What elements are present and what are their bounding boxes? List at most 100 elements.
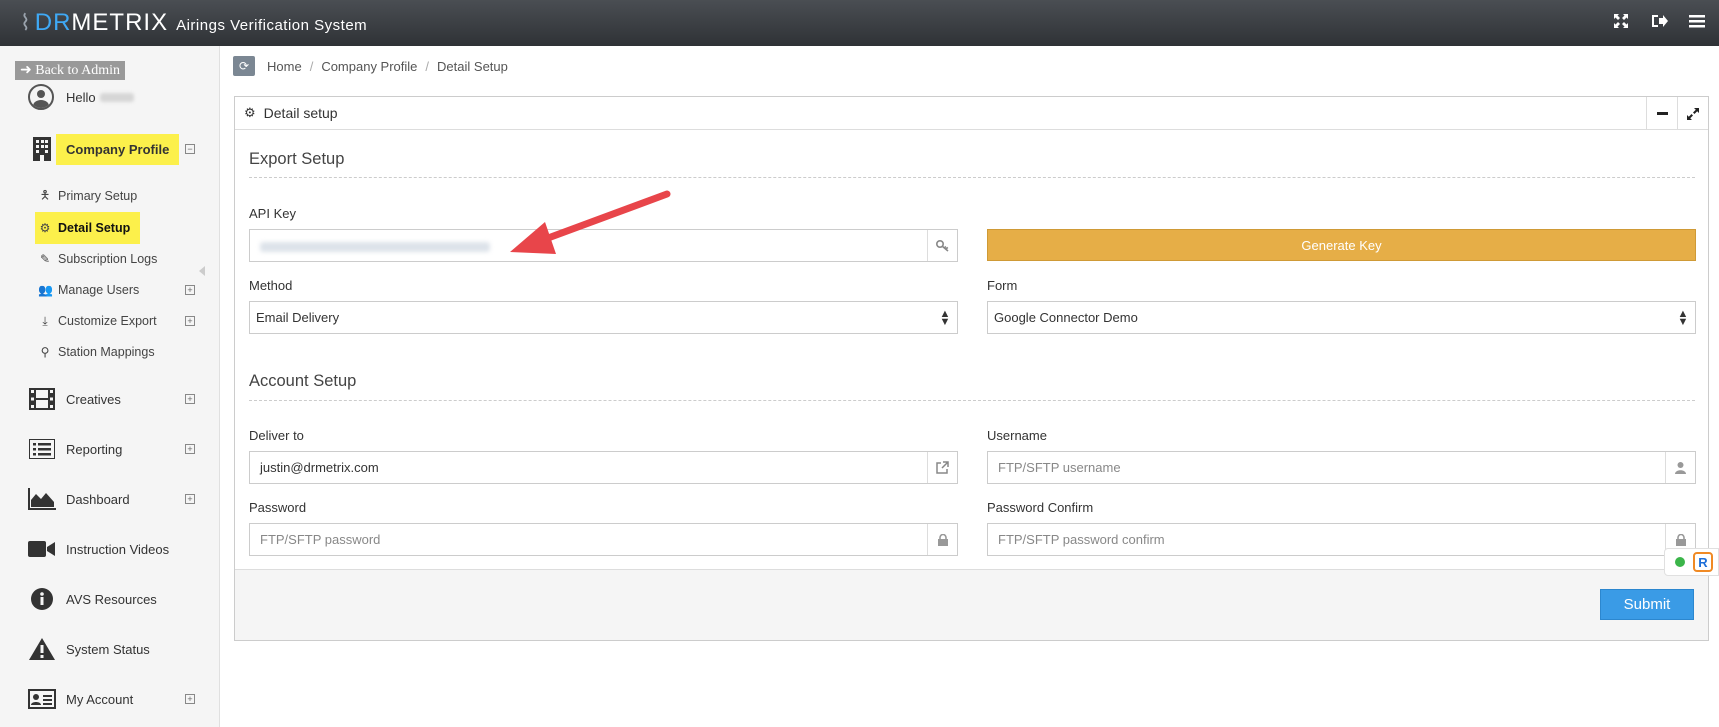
avatar xyxy=(28,84,54,110)
panel-footer: Submit xyxy=(235,569,1708,640)
video-camera-icon xyxy=(28,537,56,561)
method-selected-value: Email Delivery xyxy=(256,310,340,325)
sidebar-item-label: System Status xyxy=(66,641,150,657)
password-confirm-field[interactable]: FTP/SFTP password confirm xyxy=(987,523,1696,556)
sidebar-item-label: Company Profile xyxy=(56,133,180,165)
logo-dr: DR xyxy=(34,9,72,36)
form-select[interactable]: Google Connector Demo ▲ ▼ xyxy=(987,301,1696,334)
username-field[interactable]: FTP/SFTP username xyxy=(987,451,1696,484)
panel-title: Detail setup xyxy=(263,105,338,121)
dna-icon: ⌇ xyxy=(20,10,31,35)
password-confirm-label: Password Confirm xyxy=(987,500,1094,515)
form-label: Form xyxy=(987,278,1018,293)
gear-icon: ⚙ xyxy=(39,221,51,235)
divider xyxy=(249,400,1695,401)
download-icon: ⤓ xyxy=(42,313,48,328)
gear-icon: ⚙ xyxy=(244,105,256,120)
top-bar: ⌇ DR METRIX Airings Verification System xyxy=(0,0,1719,46)
detail-setup-panel: ⚙ Detail setup Export Setup API Key Gene… xyxy=(234,96,1709,641)
sidebar-collapse-icon[interactable] xyxy=(199,266,205,276)
user-greeting: Hello xyxy=(28,84,134,110)
key-icon xyxy=(927,230,957,261)
select-arrows-icon: ▲ ▼ xyxy=(939,307,951,328)
username-placeholder: FTP/SFTP username xyxy=(998,460,1121,475)
breadcrumb-separator: / xyxy=(309,58,314,74)
sidebar-subitem-subscription-logs[interactable]: ✎ Subscription Logs xyxy=(38,248,157,270)
expand-icon[interactable]: + xyxy=(185,316,195,326)
breadcrumb-company-profile[interactable]: Company Profile xyxy=(321,59,417,74)
sidebar-item-label: My Account xyxy=(66,691,134,707)
users-icon: 👥 xyxy=(38,283,53,297)
password-label: Password xyxy=(249,500,307,515)
method-label: Method xyxy=(249,278,293,293)
r-logo-icon: R xyxy=(1693,552,1713,572)
film-icon xyxy=(28,387,56,411)
lock-icon xyxy=(927,524,957,555)
deliver-to-field[interactable]: justin@drmetrix.com xyxy=(249,451,958,484)
password-field[interactable]: FTP/SFTP password xyxy=(249,523,958,556)
sidebar-subitem-station-mappings[interactable]: ⚲ Station Mappings xyxy=(38,341,155,363)
panel-header: ⚙ Detail setup xyxy=(235,97,1708,130)
external-link-icon xyxy=(927,452,957,483)
sidebar: ➜ Back to Admin Hello Company Profile − … xyxy=(0,46,220,727)
back-to-admin-label: Back to Admin xyxy=(35,63,121,78)
app-subtitle: Airings Verification System xyxy=(176,16,368,34)
password-confirm-placeholder: FTP/SFTP password confirm xyxy=(998,532,1165,547)
expand-icon[interactable]: + xyxy=(185,394,195,404)
submit-button[interactable]: Submit xyxy=(1600,589,1694,620)
sidebar-subitem-label: Manage Users xyxy=(58,283,140,297)
sidebar-subitem-label: Detail Setup xyxy=(58,221,131,235)
expand-icon[interactable]: + xyxy=(185,694,195,704)
building-icon xyxy=(28,137,56,161)
account-setup-title: Account Setup xyxy=(249,372,357,390)
collapse-icon[interactable]: − xyxy=(185,144,195,154)
sidebar-subitem-detail-setup[interactable]: ⚙ Detail Setup xyxy=(35,212,141,244)
sidebar-subitem-label: Station Mappings xyxy=(58,345,155,359)
user-name-redacted xyxy=(99,92,134,102)
password-placeholder: FTP/SFTP password xyxy=(260,532,381,547)
logout-icon[interactable] xyxy=(1649,13,1669,34)
api-key-field[interactable] xyxy=(249,229,958,262)
sidebar-item-label: AVS Resources xyxy=(66,591,157,607)
method-select[interactable]: Email Delivery ▲ ▼ xyxy=(249,301,958,334)
menu-icon[interactable] xyxy=(1687,13,1707,34)
info-icon xyxy=(28,587,56,611)
breadcrumb-separator: / xyxy=(425,58,430,74)
refresh-icon[interactable]: ⟳ xyxy=(233,56,255,76)
expand-icon[interactable]: + xyxy=(185,444,195,454)
sidebar-item-system-status[interactable]: System Status xyxy=(0,634,220,664)
sidebar-item-reporting[interactable]: Reporting + xyxy=(0,434,220,464)
id-card-icon xyxy=(28,687,56,711)
divider xyxy=(249,177,1695,178)
sidebar-subitem-primary-setup[interactable]: 🯅 Primary Setup xyxy=(38,185,137,207)
sidebar-item-avs-resources[interactable]: AVS Resources xyxy=(0,584,220,614)
user-icon xyxy=(1665,452,1695,483)
sidebar-subitem-customize-export[interactable]: ⤓ Customize Export + xyxy=(38,310,195,332)
back-to-admin-button[interactable]: ➜ Back to Admin xyxy=(15,61,126,80)
fullscreen-icon[interactable] xyxy=(1611,13,1631,34)
generate-key-button[interactable]: Generate Key xyxy=(987,229,1696,261)
sidebar-subitem-manage-users[interactable]: 👥 Manage Users + xyxy=(38,279,195,301)
sidebar-subitem-label: Customize Export xyxy=(58,314,157,328)
sidebar-item-instruction-videos[interactable]: Instruction Videos xyxy=(0,534,220,564)
form-selected-value: Google Connector Demo xyxy=(994,310,1138,325)
username-label: Username xyxy=(987,428,1047,443)
expand-icon[interactable]: + xyxy=(185,285,195,295)
deliver-to-label: Deliver to xyxy=(249,428,304,443)
warning-icon xyxy=(28,637,56,661)
sidebar-item-my-account[interactable]: My Account + xyxy=(0,684,220,714)
api-key-value xyxy=(250,238,927,253)
minimize-icon[interactable] xyxy=(1646,97,1677,130)
sidebar-item-company-profile[interactable]: Company Profile − xyxy=(0,133,220,165)
app-logo[interactable]: ⌇ DR METRIX Airings Verification System xyxy=(20,9,367,37)
logo-metrix: METRIX xyxy=(71,9,169,36)
expand-panel-icon[interactable] xyxy=(1677,97,1708,130)
expand-icon[interactable]: + xyxy=(185,494,195,504)
breadcrumb-home[interactable]: Home xyxy=(267,59,302,74)
sidebar-item-creatives[interactable]: Creatives + xyxy=(0,384,220,414)
sidebar-item-dashboard[interactable]: Dashboard + xyxy=(0,484,220,514)
chat-widget[interactable]: R xyxy=(1664,548,1719,576)
list-icon xyxy=(28,437,56,461)
select-arrows-icon: ▲ ▼ xyxy=(1677,307,1689,328)
sidebar-subitem-label: Subscription Logs xyxy=(58,252,158,266)
